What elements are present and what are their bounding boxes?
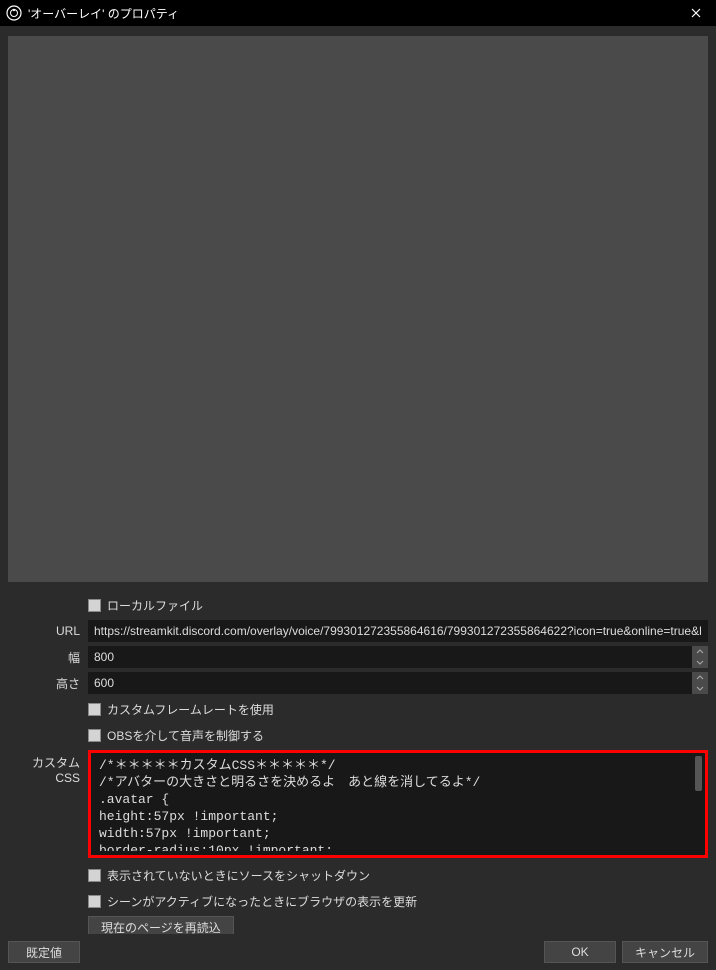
height-label: 高さ	[8, 675, 88, 692]
width-label: 幅	[8, 649, 88, 666]
refresh-checkbox[interactable]	[88, 895, 101, 908]
properties-form: ローカルファイル URL 幅 高さ	[0, 594, 716, 938]
cancel-button[interactable]: キャンセル	[622, 941, 708, 963]
refresh-checkbox-wrap[interactable]: シーンがアクティブになったときにブラウザの表示を更新	[88, 893, 417, 910]
custom-css-highlight	[88, 750, 708, 858]
url-label: URL	[8, 624, 88, 638]
shutdown-label: 表示されていないときにソースをシャットダウン	[107, 867, 370, 884]
height-up-button[interactable]	[692, 672, 708, 683]
control-audio-checkbox-wrap[interactable]: OBSを介して音声を制御する	[88, 727, 264, 744]
control-audio-checkbox[interactable]	[88, 729, 101, 742]
height-input[interactable]	[88, 672, 692, 694]
custom-css-textarea[interactable]	[91, 757, 705, 851]
obs-icon	[6, 5, 22, 21]
local-file-checkbox-wrap[interactable]: ローカルファイル	[88, 597, 203, 614]
dialog-footer: 既定値 OK キャンセル	[0, 934, 716, 970]
width-down-button[interactable]	[692, 657, 708, 668]
titlebar: 'オーバーレイ' のプロパティ	[0, 0, 716, 26]
control-audio-label: OBSを介して音声を制御する	[107, 727, 264, 744]
width-up-button[interactable]	[692, 646, 708, 657]
width-input[interactable]	[88, 646, 692, 668]
local-file-label: ローカルファイル	[107, 597, 203, 614]
custom-framerate-checkbox[interactable]	[88, 703, 101, 716]
shutdown-checkbox[interactable]	[88, 869, 101, 882]
height-down-button[interactable]	[692, 683, 708, 694]
custom-css-label: カスタム CSS	[8, 750, 88, 785]
local-file-checkbox[interactable]	[88, 599, 101, 612]
preview-area	[8, 36, 708, 582]
window-title: 'オーバーレイ' のプロパティ	[28, 5, 179, 22]
url-input[interactable]	[88, 620, 708, 642]
custom-framerate-label: カスタムフレームレートを使用	[107, 701, 274, 718]
shutdown-checkbox-wrap[interactable]: 表示されていないときにソースをシャットダウン	[88, 867, 370, 884]
custom-framerate-checkbox-wrap[interactable]: カスタムフレームレートを使用	[88, 701, 274, 718]
refresh-label: シーンがアクティブになったときにブラウザの表示を更新	[107, 893, 417, 910]
ok-button[interactable]: OK	[544, 941, 616, 963]
defaults-button[interactable]: 既定値	[8, 941, 80, 963]
close-button[interactable]	[676, 0, 716, 26]
css-scrollbar[interactable]	[695, 756, 702, 791]
